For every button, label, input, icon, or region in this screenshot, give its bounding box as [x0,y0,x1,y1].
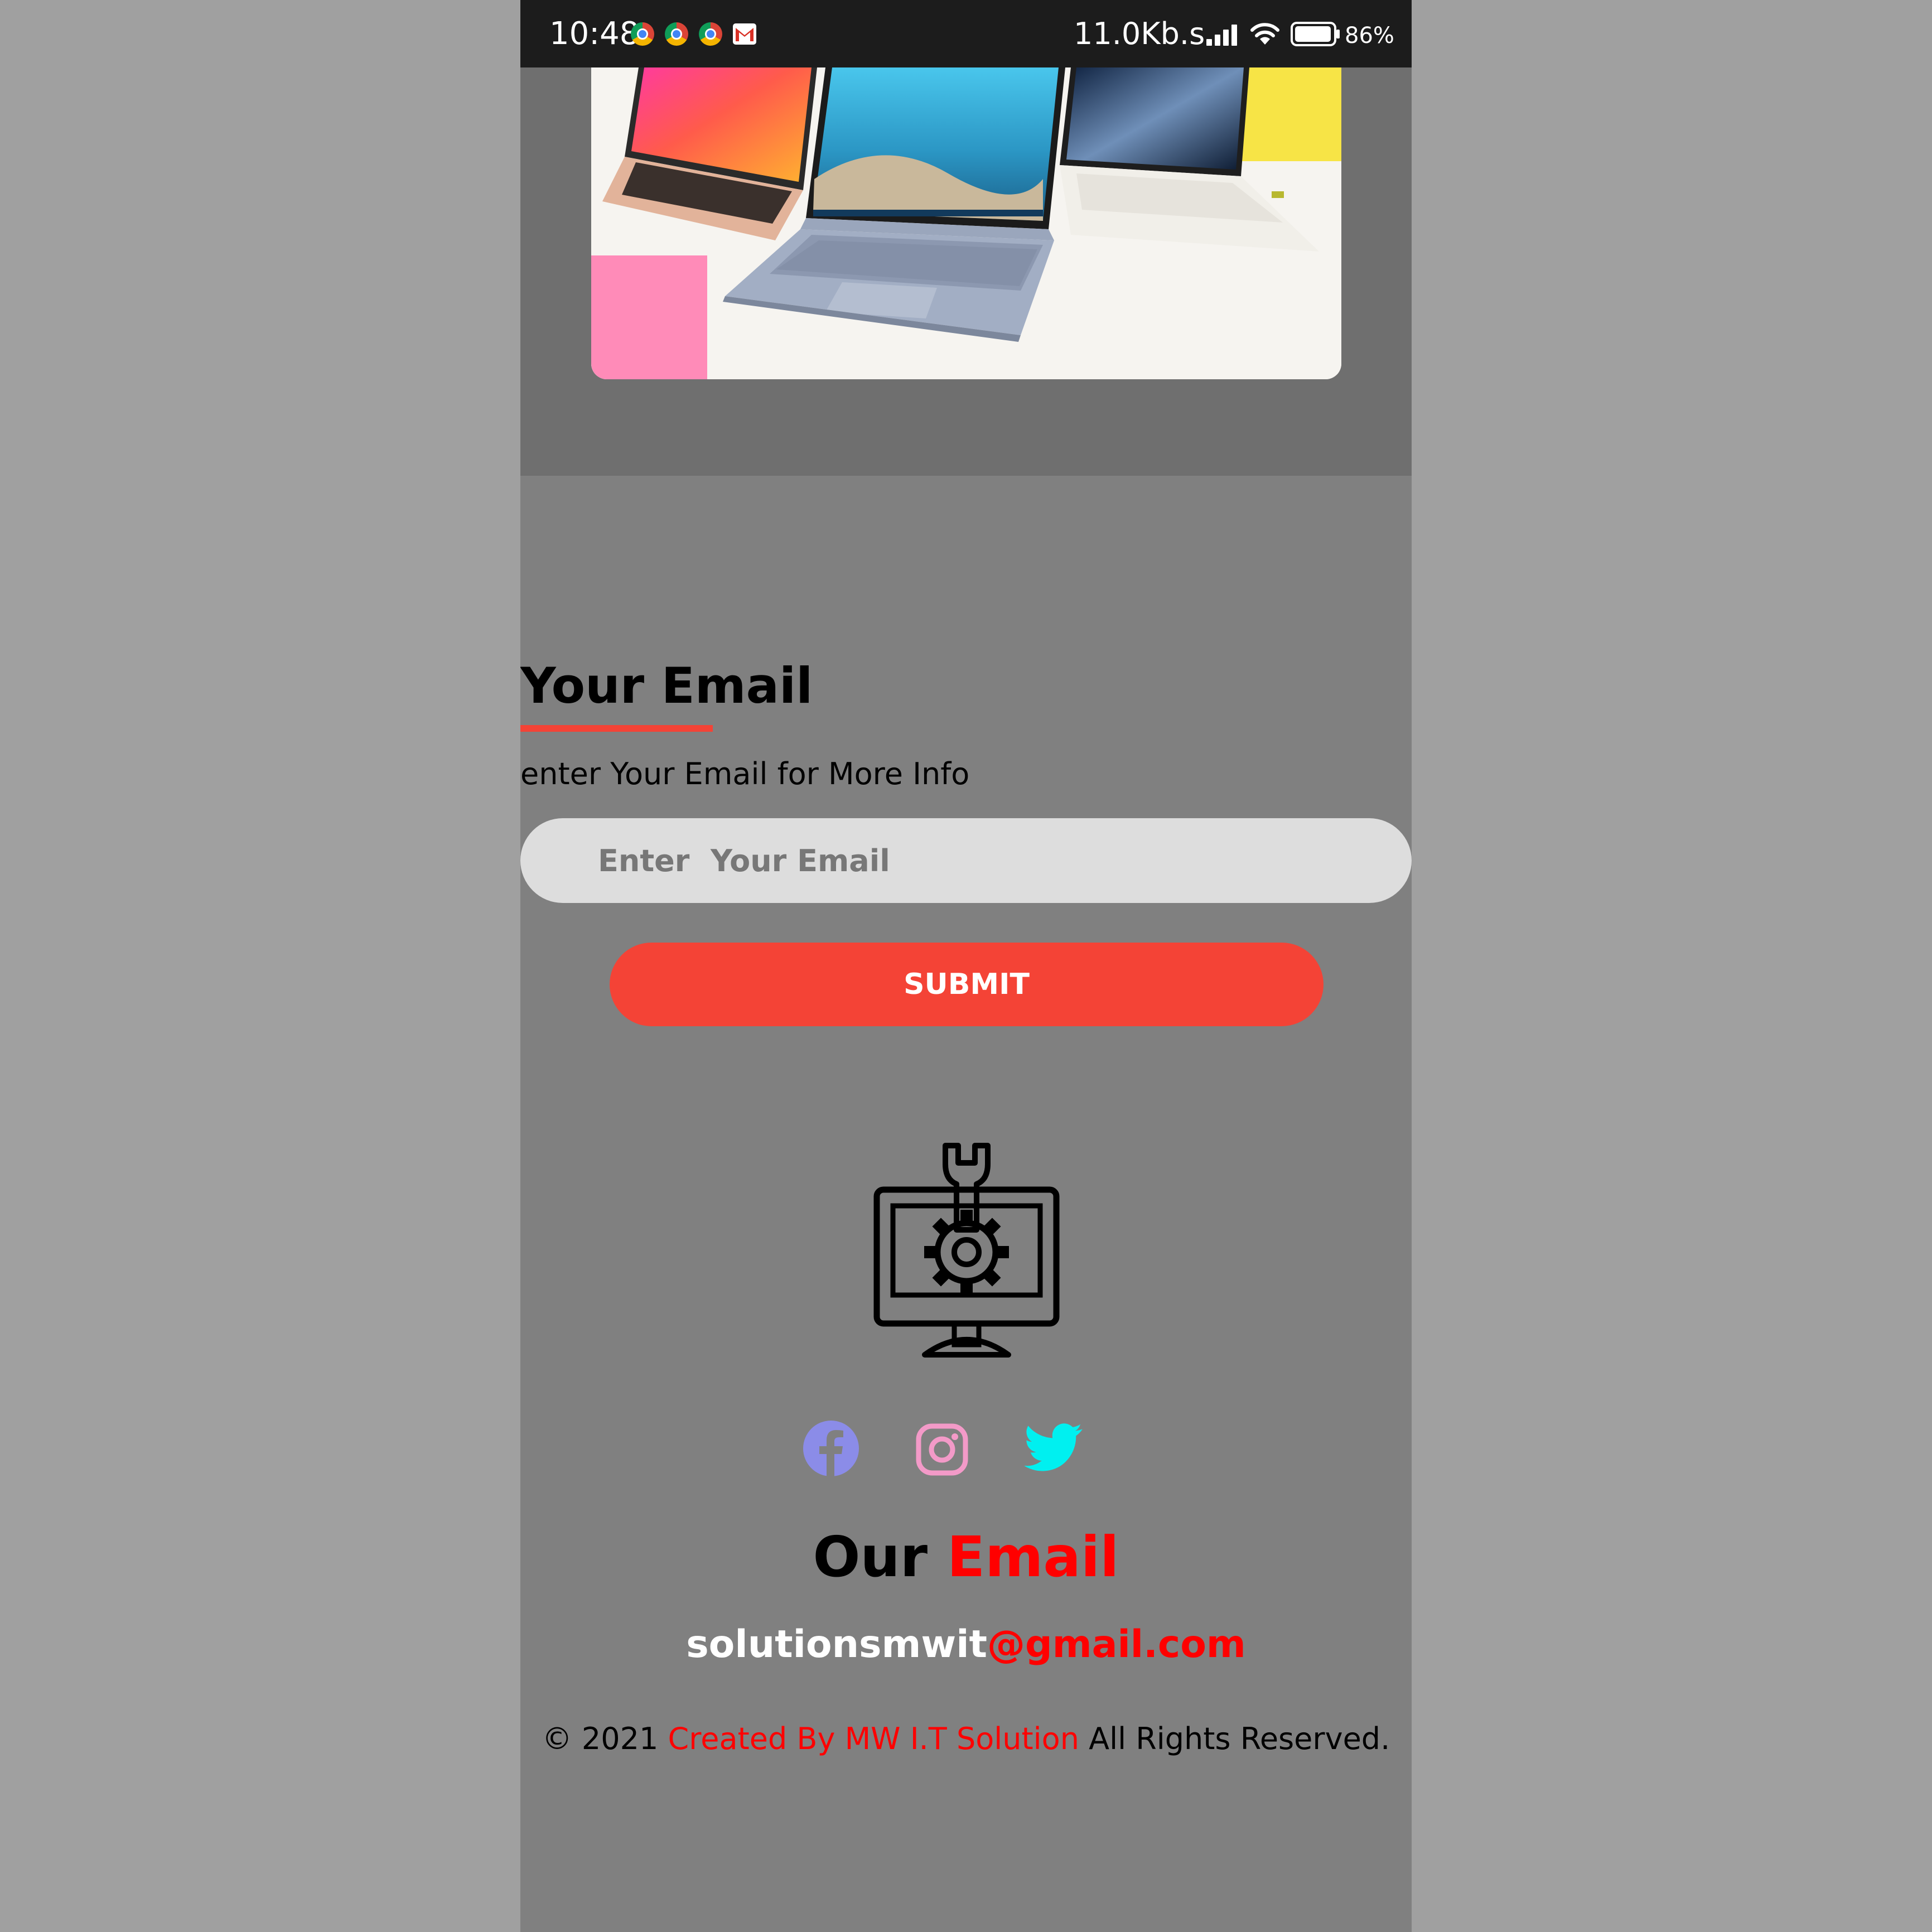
email-user: solutionsmwit [686,1622,988,1667]
heading-word-our: Our [813,1524,928,1590]
submit-button[interactable]: SUBMIT [610,943,1324,1026]
gmail-icon [733,23,756,45]
computer-settings-icon [872,1141,1061,1360]
hero-laptops-image [591,67,1341,379]
credit-link[interactable]: Created By MW I.T Solution [668,1721,1079,1756]
wifi-icon [1249,20,1281,48]
contact-email-link[interactable]: solutionsmwit@gmail.com [520,1620,1412,1669]
status-bar: 10:48 11.0Kb.s 86% [520,0,1412,67]
our-email-heading: Our Email [520,1523,1412,1592]
chrome-icon [699,22,722,46]
hero-section [520,67,1412,476]
copyright-text: © 2021 Created By MW I.T Solution All Ri… [520,1718,1412,1760]
battery-icon [1290,21,1341,49]
title-underline [520,725,713,732]
email-input[interactable] [520,818,1412,903]
status-time: 10:48 [549,16,640,52]
email-domain: @gmail.com [987,1622,1246,1667]
signal-icon [1205,23,1241,48]
phone-screen: 10:48 11.0Kb.s 86% Your Email enter Your… [520,0,1412,1932]
chrome-icon [631,22,654,46]
notification-icons [631,22,756,46]
heading-word-email: Email [946,1524,1119,1590]
network-speed: 11.0Kb.s [1074,16,1205,51]
social-links [520,1419,1412,1481]
copyright-suffix: All Rights Reserved. [1089,1721,1390,1756]
copyright-prefix: © 2021 [542,1721,659,1756]
chrome-icon [665,22,688,46]
email-section-title: Your Email [520,657,813,714]
facebook-icon[interactable] [802,1419,860,1480]
email-section-subtitle: enter Your Email for More Info [520,756,970,791]
instagram-icon[interactable] [915,1423,969,1479]
battery-percent: 86% [1345,23,1394,49]
twitter-icon[interactable] [1024,1423,1083,1475]
